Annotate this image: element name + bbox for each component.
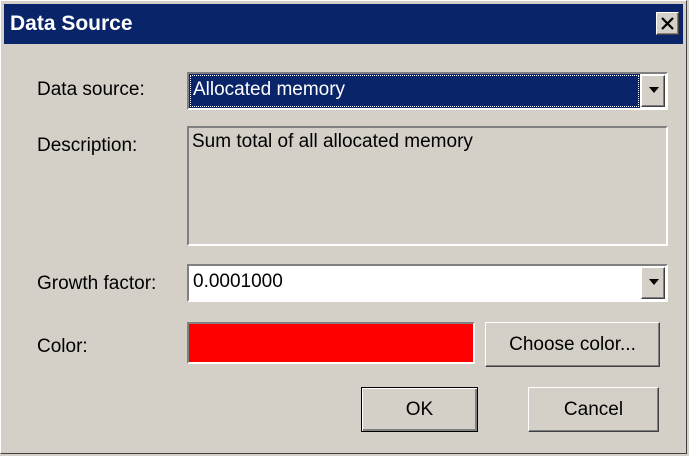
focus-rect (190, 75, 639, 107)
growth-factor-label: Growth factor: (37, 273, 157, 294)
ok-button[interactable]: OK (361, 387, 478, 432)
data-source-label: Data source: (37, 79, 145, 100)
description-label: Description: (37, 135, 138, 156)
growth-factor-value: 0.0001000 (193, 271, 283, 292)
ok-label: OK (405, 399, 434, 420)
choose-color-button[interactable]: Choose color... (485, 322, 660, 367)
choose-color-label: Choose color... (509, 334, 636, 355)
growth-factor-combobox[interactable]: 0.0001000 (187, 264, 668, 302)
cancel-label: Cancel (563, 399, 624, 420)
window-title: Data Source (10, 12, 133, 35)
color-swatch-fill (189, 324, 473, 362)
description-box: Sum total of all allocated memory (187, 126, 668, 246)
data-source-combobox[interactable]: Allocated memory (187, 72, 668, 110)
color-swatch (187, 322, 475, 364)
title-bar[interactable]: Data Source (4, 4, 683, 44)
data-source-dialog: Data Source Data source: Allocated memor… (0, 0, 687, 454)
cancel-button[interactable]: Cancel (528, 387, 659, 432)
description-text: Sum total of all allocated memory (192, 131, 473, 152)
close-button[interactable] (656, 12, 679, 35)
data-source-dropdown-button[interactable] (641, 75, 665, 107)
growth-factor-dropdown-button[interactable] (641, 267, 665, 299)
color-label: Color: (37, 336, 88, 357)
